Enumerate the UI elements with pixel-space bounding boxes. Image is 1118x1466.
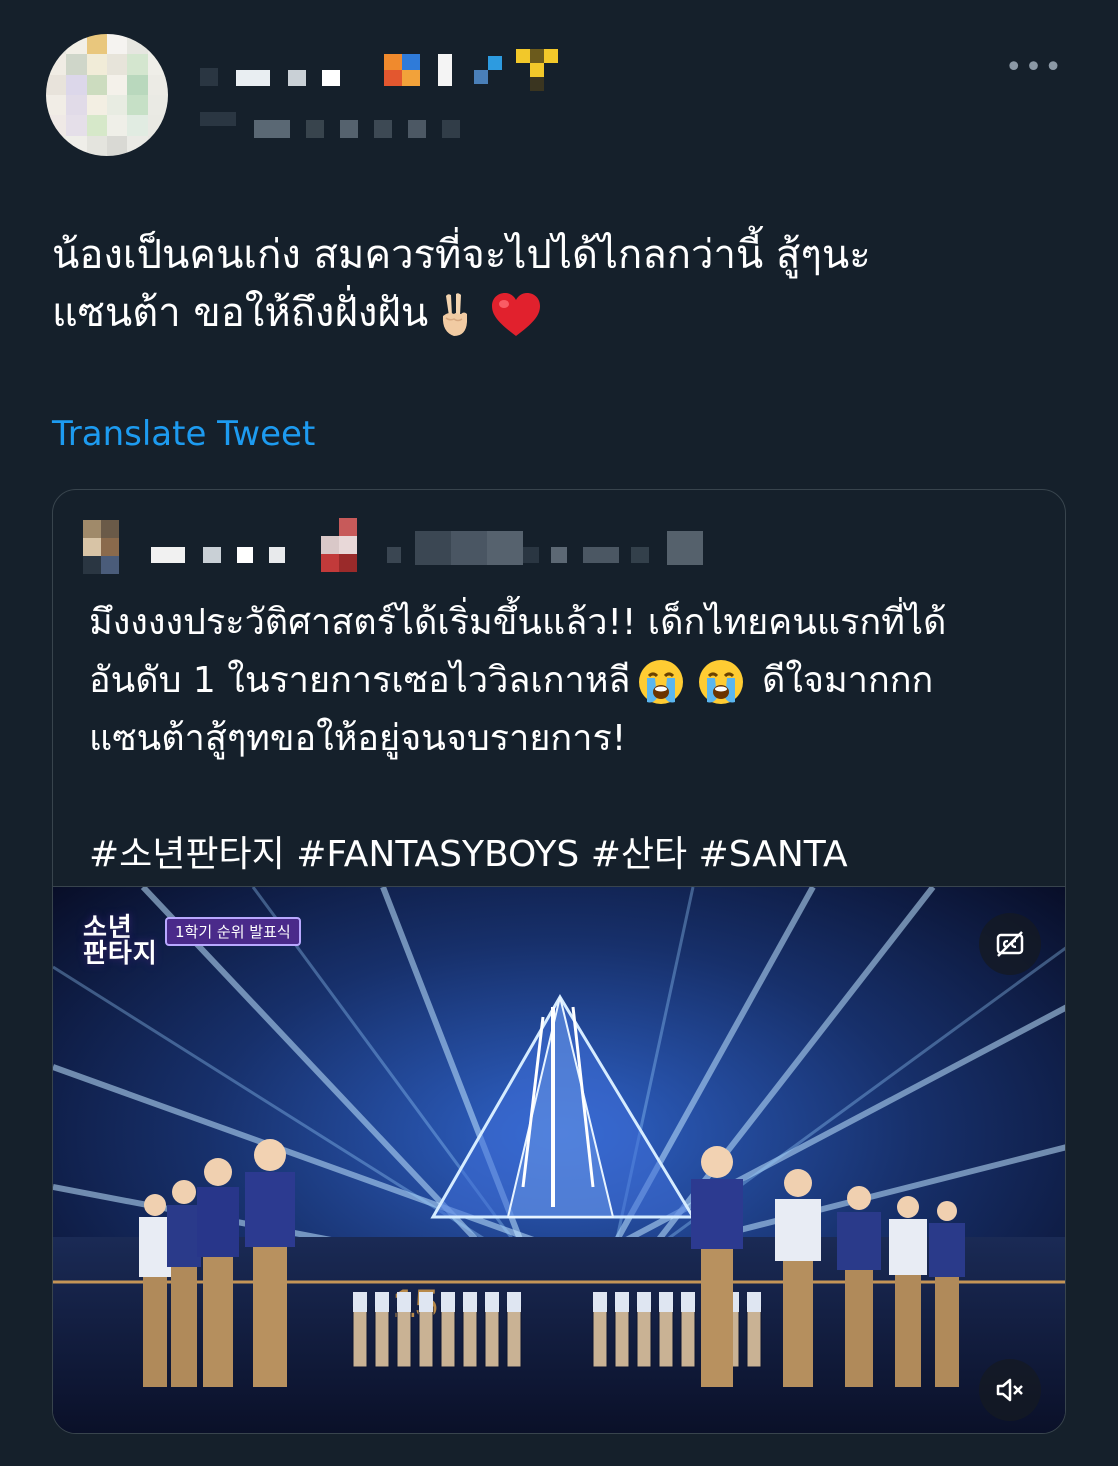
quoted-text-line-2: อันดับ 1 ในรายการเซอไววิลเกาหลี ดีใจมากก…: [89, 652, 1039, 710]
show-episode-badge: 1학기 순위 발표식: [165, 917, 301, 946]
author-display-name[interactable]: [200, 49, 558, 91]
tweet-text: น้องเป็นคนเก่ง สมควรที่จะไปได้ไกลกว่านี้…: [52, 226, 1062, 342]
video-frame-stage-image: 15: [53, 887, 1065, 1433]
loudly-crying-face-emoji-icon-2: [698, 660, 743, 704]
quoted-author-name[interactable]: [151, 518, 703, 572]
loudly-crying-face-emoji-icon: [638, 660, 683, 704]
author-avatar[interactable]: [46, 34, 168, 156]
more-options-button[interactable]: •••: [1005, 53, 1064, 83]
quoted-tweet-text: มึงงงงประวัติศาสตร์ได้เริ่มขึ้นแล้ว!! เด…: [89, 594, 1039, 884]
show-logo-line-2: 판타지: [83, 939, 158, 969]
captions-off-icon: [996, 931, 1024, 957]
author-handle[interactable]: [200, 100, 460, 138]
show-logo-line-1: 소년: [83, 913, 133, 943]
quoted-tweet-card[interactable]: มึงงงงประวัติศาสตร์ได้เริ่มขึ้นแล้ว!! เด…: [52, 489, 1066, 1434]
captions-off-button[interactable]: [979, 913, 1041, 975]
quoted-text-line-3: แซนต้าสู้ๆทขอให้อยู่จนจบรายการ!: [89, 718, 627, 759]
quoted-text-line-1: มึงงงงประวัติศาสตร์ได้เริ่มขึ้นแล้ว!! เด…: [89, 602, 947, 643]
red-heart-emoji-icon: [492, 293, 541, 336]
translate-tweet-link[interactable]: Translate Tweet: [52, 414, 315, 454]
unmute-button[interactable]: [979, 1359, 1041, 1421]
show-logo: 소년 판타지: [83, 915, 158, 967]
quoted-hashtags[interactable]: #소년판타지 #FANTASYBOYS #산타 #SANTA: [89, 826, 1039, 884]
muted-speaker-icon: [996, 1378, 1023, 1402]
video-player[interactable]: 15 소년 판타지 1학기 순위 발표식: [53, 886, 1065, 1433]
victory-hand-emoji-icon: [443, 293, 468, 336]
quoted-author-avatar[interactable]: [83, 520, 119, 574]
